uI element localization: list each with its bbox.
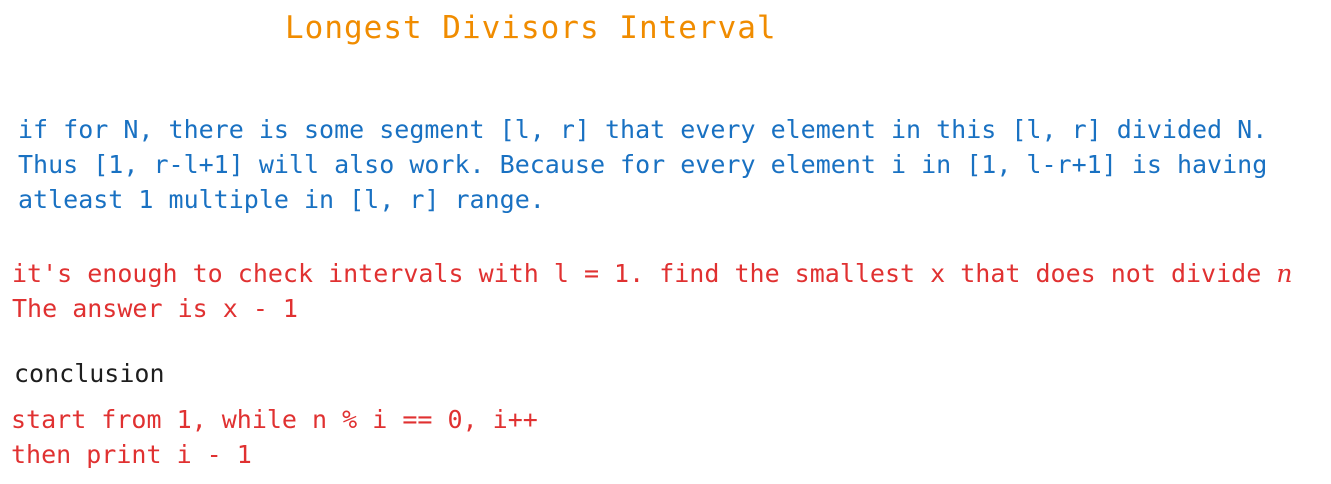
conclusion-text: start from 1, while n % i == 0, i++ then… [11,402,538,472]
conclusion-line: start from 1, while n % i == 0, i++ [11,405,538,434]
insight-line: The answer is x - 1 [12,294,298,323]
insight-line: it's enough to check intervals with l = … [12,256,1292,291]
insight-line-text: it's enough to check intervals with l = … [12,259,1277,288]
explanation-line: if for N, there is some segment [l, r] t… [18,115,1268,144]
explanation-line: atleast 1 multiple in [l, r] range. [18,185,545,214]
explanation-line: Thus [1, r-l+1] will also work. Because … [18,150,1268,179]
conclusion-line: then print i - 1 [11,440,252,469]
variable-n: n [1276,259,1293,288]
explanation-text: if for N, there is some segment [l, r] t… [18,112,1267,217]
page-title: Longest Divisors Interval [285,10,777,46]
insight-text: it's enough to check intervals with l = … [12,256,1292,326]
conclusion-heading: conclusion [14,359,165,388]
